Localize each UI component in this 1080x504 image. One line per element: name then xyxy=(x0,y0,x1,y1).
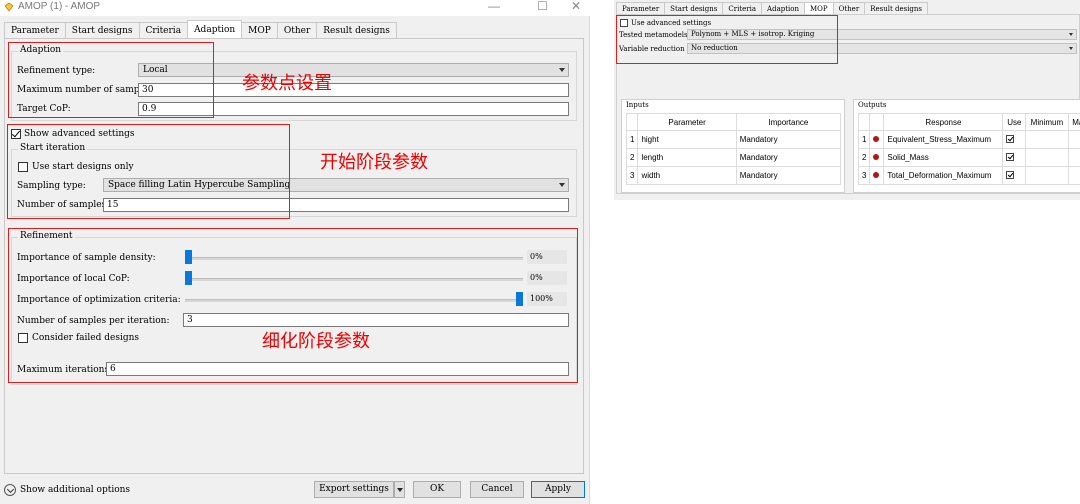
tab-parameter[interactable]: Parameter xyxy=(4,22,66,39)
inputs-table: Parameter Importance 1 hight Mandatory 2… xyxy=(625,113,842,185)
minimum-cell[interactable] xyxy=(1025,148,1069,167)
row-number: 3 xyxy=(625,166,639,185)
response-dot-cell xyxy=(869,166,885,185)
mop-highlight-box xyxy=(616,15,838,64)
show-additional-options-label[interactable]: Show additional options xyxy=(20,485,130,495)
refinement-annotation: 细化阶段参数 xyxy=(262,331,370,352)
table-row[interactable]: 3 width Mandatory xyxy=(625,166,842,185)
response-cell: Equivalent_Stress_Maximum xyxy=(883,130,1004,149)
outputs-dot-header xyxy=(869,113,885,131)
outputs-table: Response Use Minimum Ma 1 Equivalent_Str… xyxy=(857,113,1080,185)
tab-start-designs[interactable]: Start designs xyxy=(64,22,140,39)
response-status-dot-icon xyxy=(873,136,880,142)
maximize-button[interactable]: ☐ xyxy=(537,0,548,13)
dialog-button-bar: Show additional options Export settings … xyxy=(0,478,590,504)
importance-cell[interactable]: Mandatory xyxy=(735,130,842,149)
inputs-panel: Inputs Parameter Importance 1 hight Mand… xyxy=(621,99,845,193)
use-checkbox[interactable] xyxy=(1006,170,1015,179)
response-status-dot-icon xyxy=(873,154,880,160)
tab-result-designs[interactable]: Result designs xyxy=(316,22,397,39)
response-cell: Total_Deformation_Maximum xyxy=(883,166,1004,185)
title-bar: AMOP (1) - AMOP — ☐ ✕ xyxy=(0,0,590,16)
row-number: 2 xyxy=(857,148,871,167)
inputs-header-importance[interactable]: Importance xyxy=(735,113,842,131)
close-button[interactable]: ✕ xyxy=(571,0,581,13)
maximum-cell[interactable] xyxy=(1067,130,1080,149)
inputs-corner-cell xyxy=(625,113,639,131)
minimum-cell[interactable] xyxy=(1025,130,1069,149)
row-number: 1 xyxy=(857,130,871,149)
outputs-title: Outputs xyxy=(858,101,887,109)
inputs-header-parameter[interactable]: Parameter xyxy=(637,113,737,131)
start-iteration-annotation: 开始阶段参数 xyxy=(320,152,428,173)
outputs-header-response[interactable]: Response xyxy=(883,113,1004,131)
parameter-cell: width xyxy=(637,166,737,185)
minimum-cell[interactable] xyxy=(1025,166,1069,185)
cancel-button[interactable]: Cancel xyxy=(470,481,524,498)
response-dot-cell xyxy=(869,148,885,167)
outputs-panel: Outputs Response Use Minimum Ma 1 Equiva… xyxy=(853,99,1080,193)
chevron-down-icon xyxy=(559,183,565,187)
maximum-cell[interactable] xyxy=(1067,166,1080,185)
tab-mop[interactable]: MOP xyxy=(241,22,278,39)
outputs-header-use[interactable]: Use xyxy=(1002,113,1027,131)
use-checkbox[interactable] xyxy=(1006,152,1015,161)
expand-chevron-icon[interactable] xyxy=(4,484,16,496)
maximum-cell[interactable] xyxy=(1067,148,1080,167)
tab-bar: Parameter Start designs Criteria Adaptio… xyxy=(4,20,397,39)
amop-dialog: AMOP (1) - AMOP — ☐ ✕ Parameter Start de… xyxy=(0,0,590,504)
response-dot-cell xyxy=(869,130,885,149)
use-cell[interactable] xyxy=(1002,148,1027,167)
use-checkbox[interactable] xyxy=(1006,134,1015,143)
export-settings-button[interactable]: Export settings xyxy=(314,481,394,498)
table-row[interactable]: 1 Equivalent_Stress_Maximum xyxy=(857,130,1080,149)
row-number: 3 xyxy=(857,166,871,185)
adaption-highlight-box xyxy=(8,42,214,118)
chevron-down-icon xyxy=(1069,33,1073,36)
response-cell: Solid_Mass xyxy=(883,148,1004,167)
outputs-header-maximum[interactable]: Ma xyxy=(1067,113,1080,131)
outputs-header-minimum[interactable]: Minimum xyxy=(1025,113,1069,131)
row-number: 1 xyxy=(625,130,639,149)
importance-cell[interactable]: Mandatory xyxy=(735,148,842,167)
chevron-down-icon xyxy=(559,68,565,72)
inputs-title: Inputs xyxy=(626,101,649,109)
tab-adaption[interactable]: Adaption xyxy=(187,20,243,39)
minimize-button[interactable]: — xyxy=(488,0,500,13)
response-status-dot-icon xyxy=(873,172,880,178)
start-iteration-highlight-box xyxy=(7,124,290,219)
refinement-highlight-box xyxy=(8,228,578,383)
tab-criteria[interactable]: Criteria xyxy=(138,22,189,39)
adaption-annotation: 参数点设置 xyxy=(242,73,332,94)
table-row[interactable]: 1 hight Mandatory xyxy=(625,130,842,149)
parameter-cell: hight xyxy=(637,130,737,149)
window-title: AMOP (1) - AMOP xyxy=(18,1,101,12)
parameter-cell: length xyxy=(637,148,737,167)
table-row[interactable]: 2 length Mandatory xyxy=(625,148,842,167)
use-cell[interactable] xyxy=(1002,130,1027,149)
diamond-icon xyxy=(4,2,14,12)
row-number: 2 xyxy=(625,148,639,167)
use-cell[interactable] xyxy=(1002,166,1027,185)
tab-other[interactable]: Other xyxy=(276,22,318,39)
outputs-header-row: Response Use Minimum Ma xyxy=(857,113,1080,131)
outputs-corner-cell xyxy=(857,113,871,131)
table-row[interactable]: 2 Solid_Mass xyxy=(857,148,1080,167)
ok-button[interactable]: OK xyxy=(413,481,461,498)
importance-cell[interactable]: Mandatory xyxy=(735,166,842,185)
table-row[interactable]: 3 Total_Deformation_Maximum xyxy=(857,166,1080,185)
apply-button[interactable]: Apply xyxy=(531,481,585,498)
chevron-down-icon xyxy=(1069,47,1073,50)
export-settings-dropdown-icon[interactable] xyxy=(394,481,405,498)
inputs-header-row: Parameter Importance xyxy=(625,113,842,131)
